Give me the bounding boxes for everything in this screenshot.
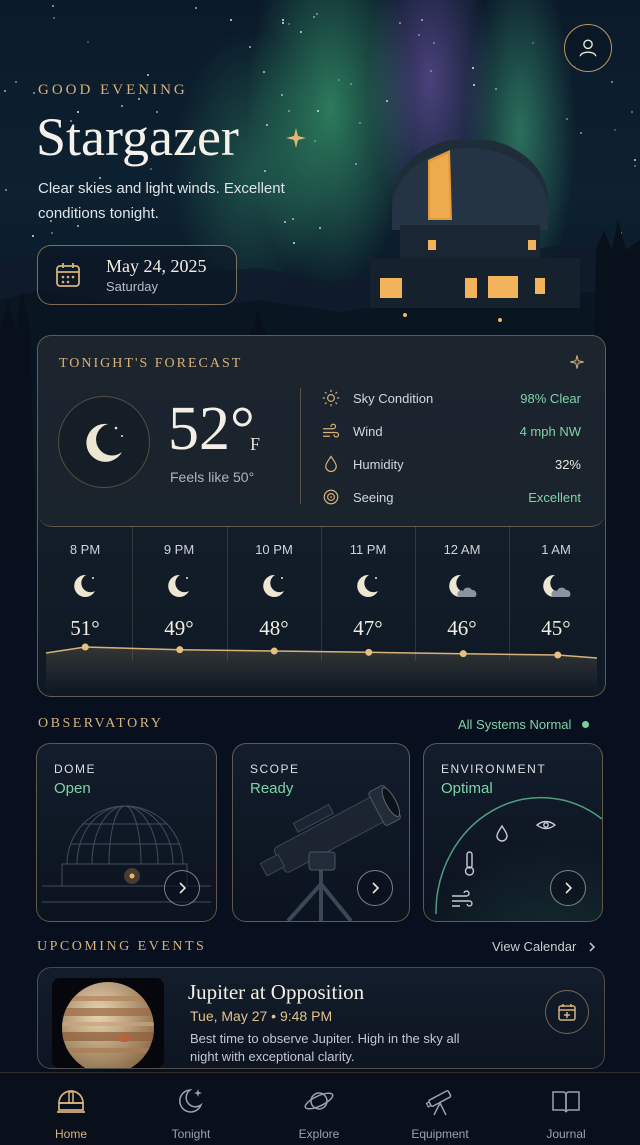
moon-icon	[86, 423, 123, 462]
jupiter-image	[52, 978, 164, 1068]
forecast-card: TONIGHT'S FORECAST 52° F Feels like 50° …	[37, 335, 606, 697]
chevron-right-icon	[372, 882, 380, 894]
temperature-unit: F	[250, 434, 261, 454]
calendar-icon	[56, 263, 80, 287]
droplet-icon	[325, 455, 337, 473]
forecast-label: TONIGHT'S FORECAST	[59, 356, 243, 371]
moon-icon	[168, 574, 189, 597]
date-text: May 24, 2025	[106, 256, 207, 276]
card-label: ENVIRONMENT	[441, 762, 547, 776]
greeting-text: GOOD EVENING	[38, 82, 188, 98]
feels-like-text: Feels like 50°	[170, 469, 255, 485]
event-card[interactable]: Jupiter at Opposition Tue, May 27 • 9:48…	[37, 967, 605, 1069]
moon-stars-icon	[179, 1089, 203, 1113]
observatory-section-title: OBSERVATORY	[38, 716, 164, 731]
condition-humidity: Humidity 32%	[321, 454, 581, 474]
nav-tonight[interactable]: Tonight	[127, 1073, 255, 1145]
forecast-summary: TONIGHT'S FORECAST 52° F Feels like 50° …	[38, 336, 605, 527]
page-title: Stargazer	[36, 107, 239, 167]
status-dot	[582, 721, 590, 728]
chevron-right-icon	[589, 941, 596, 952]
sparkle-icon	[570, 355, 584, 369]
scope-card[interactable]: SCOPE Ready	[232, 743, 410, 922]
bottom-navigation: Home Tonight Explore Equipment Journal	[0, 1072, 640, 1145]
condition-sky: Sky Condition 98% Clear	[321, 388, 581, 408]
moon-cloud-icon	[543, 574, 571, 597]
event-title: Jupiter at Opposition	[188, 980, 365, 1004]
chevron-right-icon	[179, 882, 187, 894]
nav-home[interactable]: Home	[7, 1073, 135, 1145]
profile-button[interactable]	[564, 24, 612, 72]
nav-explore[interactable]: Explore	[255, 1073, 383, 1145]
weekday-text: Saturday	[106, 279, 159, 294]
environment-card[interactable]: ENVIRONMENT Optimal	[423, 743, 603, 922]
moon-icon	[263, 574, 284, 597]
open-dome-button[interactable]	[164, 870, 200, 906]
event-time: Tue, May 27 • 9:48 PM	[190, 1008, 333, 1024]
systems-status: All Systems Normal	[458, 717, 590, 732]
nav-equipment[interactable]: Equipment	[376, 1073, 504, 1145]
book-icon	[552, 1091, 580, 1113]
trend-point	[176, 646, 184, 654]
calendar-add-icon	[558, 1004, 576, 1021]
date-selector[interactable]: May 24, 2025 Saturday	[37, 245, 237, 305]
hourly-forecast: 8 PM 51° 9 PM 49° 10 PM 48° 11 PM 47° 12…	[38, 526, 605, 696]
temperature-value: 52°	[168, 395, 255, 463]
add-to-calendar-button[interactable]	[545, 990, 589, 1034]
dome-card[interactable]: DOME Open	[36, 743, 217, 922]
weather-summary: Clear skies and light winds. Excellent c…	[38, 180, 285, 222]
card-label: DOME	[54, 762, 96, 776]
card-value: Open	[54, 780, 91, 797]
telescope-icon	[425, 1090, 452, 1116]
observatory-illustration	[370, 140, 580, 322]
card-value: Ready	[250, 780, 294, 797]
open-scope-button[interactable]	[357, 870, 393, 906]
open-environment-button[interactable]	[550, 870, 586, 906]
view-calendar-link[interactable]: View Calendar	[492, 939, 598, 954]
moon-icon	[74, 574, 95, 597]
card-label: SCOPE	[250, 762, 300, 776]
condition-wind: Wind 4 mph NW	[321, 421, 581, 441]
moon-cloud-icon	[449, 574, 477, 597]
sun-icon	[322, 389, 340, 407]
trend-point	[554, 651, 562, 659]
sparkle-icon	[286, 128, 306, 148]
event-description: Best time to observe Jupiter. High in th…	[190, 1031, 460, 1064]
card-value: Optimal	[441, 780, 493, 797]
observatory-icon	[57, 1090, 85, 1113]
chevron-right-icon	[565, 882, 573, 894]
events-section-title: UPCOMING EVENTS	[37, 939, 207, 954]
trend-point	[459, 650, 467, 658]
moon-icon	[357, 574, 378, 597]
trend-point	[365, 648, 373, 656]
condition-seeing: Seeing Excellent	[321, 487, 581, 507]
user-icon	[579, 39, 597, 57]
trend-point	[270, 647, 278, 655]
wind-icon	[322, 423, 340, 438]
nav-journal[interactable]: Journal	[502, 1073, 630, 1145]
trend-point	[81, 643, 89, 651]
target-icon	[323, 489, 339, 505]
moon-badge	[58, 396, 150, 488]
planet-icon	[304, 1092, 334, 1110]
temperature-trend-line	[45, 643, 598, 691]
